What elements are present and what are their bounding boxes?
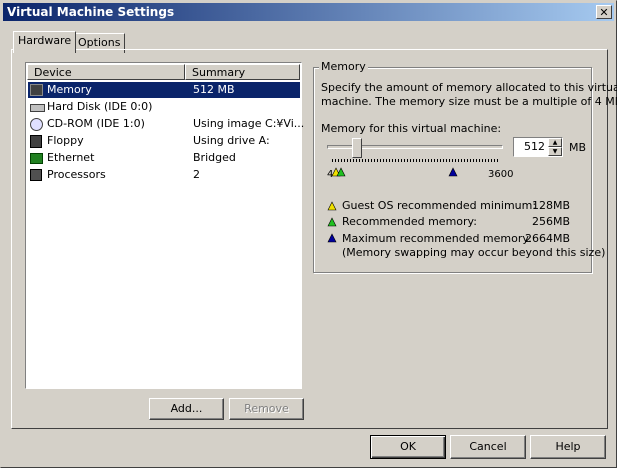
hard-disk-icon [30, 104, 45, 112]
triangle-yellow-icon [327, 201, 337, 211]
slider-max-label: 3600 [488, 169, 514, 180]
window-title: Virtual Machine Settings [7, 5, 175, 19]
device-name: Floppy [47, 134, 84, 147]
device-row-memory[interactable]: Memory 512 MB [28, 82, 300, 98]
memory-slider-ticks [332, 159, 500, 162]
device-name: Processors [47, 168, 106, 181]
memory-field-label: Memory for this virtual machine: [321, 122, 502, 135]
device-row-hard-disk[interactable]: Hard Disk (IDE 0:0) [28, 99, 300, 115]
device-name: CD-ROM (IDE 1:0) [47, 117, 145, 130]
spin-down-button[interactable]: ▼ [548, 147, 562, 156]
legend-recommended-value: 256MB [532, 215, 571, 228]
legend-maximum-label: Maximum recommended memory: [342, 232, 532, 245]
cancel-button[interactable]: Cancel [450, 435, 526, 459]
title-bar[interactable]: Virtual Machine Settings ✕ [3, 3, 614, 21]
ok-button[interactable]: OK [370, 435, 446, 459]
remove-button[interactable]: Remove [229, 398, 304, 420]
memory-unit-label: MB [569, 141, 587, 154]
help-button[interactable]: Help [530, 435, 606, 459]
device-name: Ethernet [47, 151, 95, 164]
memory-group-label: Memory [319, 60, 368, 73]
device-summary: 2 [193, 168, 200, 181]
close-button[interactable]: ✕ [596, 5, 612, 19]
legend-guest-os-minimum-label: Guest OS recommended minimum: [342, 199, 537, 212]
device-summary: Bridged [193, 151, 236, 164]
device-row-processors[interactable]: Processors 2 [28, 167, 300, 183]
memory-value-input[interactable]: 512 [524, 140, 545, 153]
tab-hardware[interactable]: Hardware [13, 31, 77, 53]
settings-window: Virtual Machine Settings ✕ Hardware Opti… [0, 0, 617, 468]
legend-recommended-label: Recommended memory: [342, 215, 477, 228]
device-row-ethernet[interactable]: Ethernet Bridged [28, 150, 300, 166]
memory-description-line2: machine. The memory size must be a multi… [321, 95, 617, 108]
device-list-header: Device Summary [27, 64, 300, 80]
device-row-floppy[interactable]: Floppy Using drive A: [28, 133, 300, 149]
triangle-blue-icon [327, 233, 337, 243]
tab-hardware-label: Hardware [18, 34, 72, 47]
column-summary[interactable]: Summary [185, 64, 300, 80]
legend-guest-os-minimum-value: 128MB [532, 199, 571, 212]
memory-description-line1: Specify the amount of memory allocated t… [321, 81, 617, 94]
device-row-cd-rom[interactable]: CD-ROM (IDE 1:0) Using image C:¥Vi... [28, 116, 304, 132]
processor-icon [30, 169, 42, 181]
memory-slider-thumb[interactable] [351, 138, 362, 158]
memory-value-spinner[interactable]: 512 ▲ ▼ [513, 137, 563, 157]
device-summary: Using drive A: [193, 134, 270, 147]
triangle-green-icon [327, 217, 337, 227]
device-summary: 512 MB [193, 83, 235, 96]
device-name: Hard Disk (IDE 0:0) [47, 100, 153, 113]
memory-swapping-note: (Memory swapping may occur beyond this s… [342, 246, 606, 259]
memory-chip-icon [30, 84, 43, 96]
tab-options-label: Options [78, 36, 121, 49]
legend-swatches [327, 201, 337, 243]
device-name: Memory [47, 83, 92, 96]
close-icon: ✕ [599, 6, 609, 19]
cd-rom-icon [30, 118, 43, 131]
slider-markers [331, 167, 458, 177]
add-button[interactable]: Add... [149, 398, 224, 420]
spin-up-button[interactable]: ▲ [548, 138, 562, 147]
maximum-recommended-marker [448, 167, 458, 177]
device-summary: Using image C:¥Vi... [193, 117, 305, 130]
column-device[interactable]: Device [27, 64, 185, 80]
legend-maximum-value: 2664MB [525, 232, 571, 245]
device-list[interactable]: Device Summary Memory 512 MB Hard Disk (… [25, 62, 304, 389]
floppy-icon [30, 135, 42, 148]
ethernet-icon [30, 153, 43, 164]
